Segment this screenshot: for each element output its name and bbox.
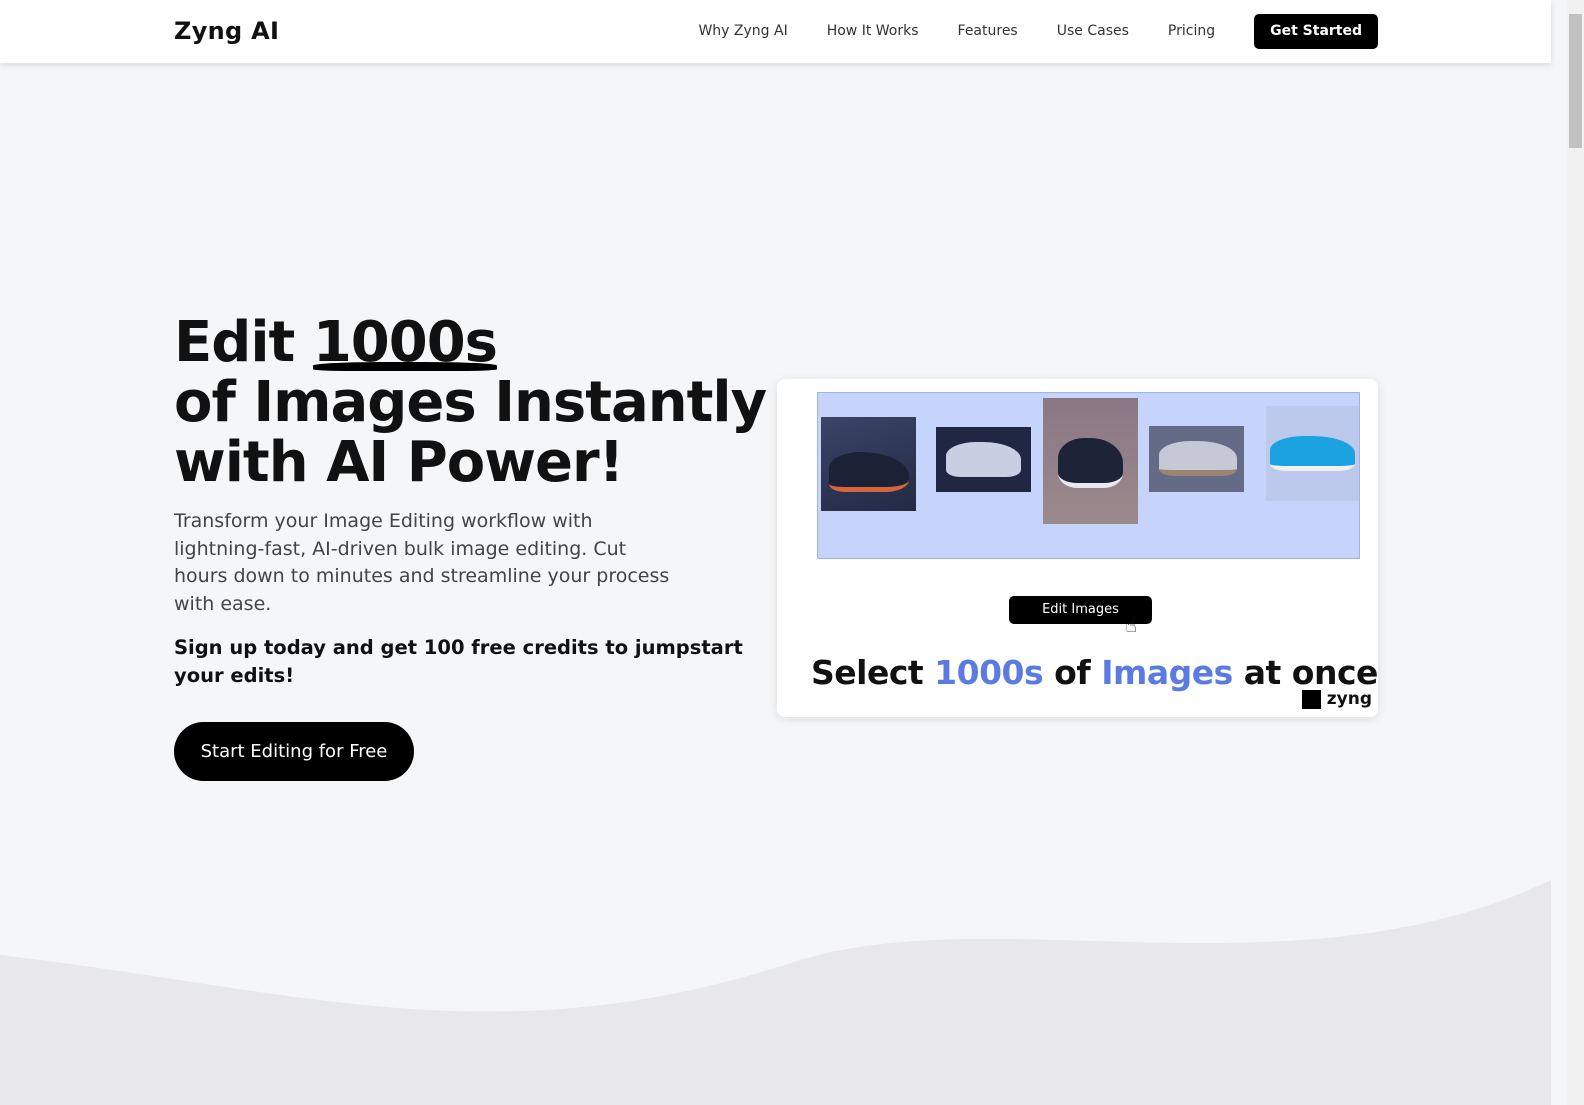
logo[interactable]: Zyng AI [174,17,279,45]
shoe-image-1 [821,417,916,511]
brand-text: zyng [1326,689,1372,709]
title-highlight: 1000s [312,310,498,375]
demo-tagline: Select 1000s of Images at once [811,653,1378,692]
tag-part: Images [1101,653,1233,692]
top-nav: Zyng AI Why Zyng AI How It Works Feature… [0,0,1551,63]
demo-card: Edit Images ☝ Select 1000s of Images at … [777,379,1378,717]
shoe-image-2 [936,427,1031,492]
title-part: Edit [174,310,313,375]
hero-heading-wrap: Edit 1000s of Images Instantly with AI Po… [174,313,774,493]
tag-part: 1000s [934,653,1044,692]
nav-use-cases[interactable]: Use Cases [1057,14,1129,49]
hero-description: Transform your Image Editing workflow wi… [174,510,670,615]
nav-how[interactable]: How It Works [827,14,919,49]
promo-text: Sign up today and get 100 free credits t… [174,636,743,687]
get-started-button[interactable]: Get Started [1254,14,1378,49]
tag-part: at once [1232,653,1378,692]
zyng-brand: zyng [1301,689,1372,709]
selection-box [817,392,1360,559]
tag-part: Select [811,653,935,692]
nav-features[interactable]: Features [958,14,1018,49]
title-part: of Images Instantly with AI Power! [174,370,767,495]
nav-why[interactable]: Why Zyng AI [698,14,787,49]
shoe-image-4 [1149,426,1244,492]
background-wave [0,880,1551,1105]
start-editing-button[interactable]: Start Editing for Free [174,722,414,781]
hand-cursor-icon: ☝ [1125,613,1138,637]
zyng-logo-icon [1301,689,1321,709]
scrollbar[interactable] [1567,0,1584,1105]
nav-pricing[interactable]: Pricing [1168,14,1215,49]
scrollbar-thumb[interactable] [1569,14,1582,148]
tag-part: of [1043,653,1102,692]
nav-links: Why Zyng AI How It Works Features Use Ca… [698,14,1378,49]
shoe-image-3 [1043,398,1138,524]
shoe-image-5 [1266,406,1359,501]
hero-heading: Edit 1000s of Images Instantly with AI Po… [174,313,774,493]
